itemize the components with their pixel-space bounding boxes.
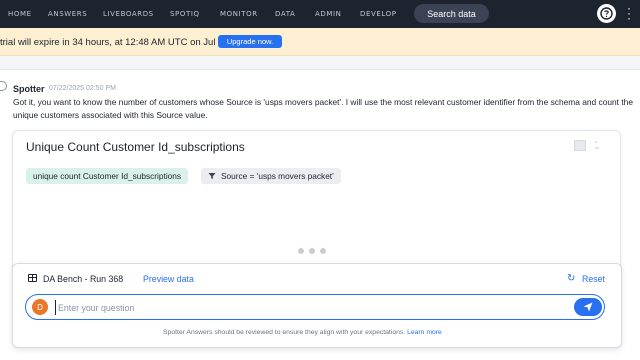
message-body: Got it, you want to know the number of c… (13, 97, 633, 120)
nav-develop[interactable]: DEVELOP (360, 10, 397, 18)
data-source-icon (28, 274, 37, 282)
preview-data-link[interactable]: Preview data (143, 274, 194, 284)
question-input[interactable] (55, 300, 555, 315)
filter-chip[interactable]: Source = 'usps movers packet' (201, 168, 341, 184)
chart-view-icon[interactable]: ▪ ▪▪ (595, 140, 599, 152)
upgrade-now-button[interactable]: Upgrade now. (218, 35, 282, 48)
data-source-name[interactable]: DA Bench - Run 368 (43, 274, 123, 284)
reset-button[interactable]: Reset (582, 274, 605, 284)
user-avatar: D (32, 299, 48, 315)
disclaimer-body: Spotter Answers should be reviewed to en… (163, 329, 406, 336)
loading-indicator (298, 248, 326, 254)
send-icon (583, 302, 593, 312)
learn-more-link[interactable]: Learn more (407, 329, 442, 336)
send-button[interactable] (574, 298, 602, 316)
table-view-icon[interactable] (574, 140, 586, 151)
filter-icon (208, 173, 216, 179)
message-sender: Spotter (13, 84, 45, 94)
more-vertical-icon[interactable]: · · · (627, 2, 631, 24)
reset-icon[interactable]: ↻ (567, 273, 575, 284)
measure-chip-label: unique count Customer Id_subscriptions (33, 171, 182, 181)
disclaimer-text: Spotter Answers should be reviewed to en… (163, 329, 442, 336)
nav-admin[interactable]: ADMIN (315, 10, 342, 18)
help-glyph (600, 7, 613, 20)
question-input-container: D (25, 294, 605, 320)
prompt-panel: DA Bench - Run 368 Preview data ↻ Reset … (12, 263, 622, 348)
divider (0, 57, 640, 70)
loading-dot (320, 248, 326, 254)
loading-dot (309, 248, 315, 254)
filter-chip-label: Source = 'usps movers packet' (221, 171, 334, 181)
search-data-button[interactable]: Search data (414, 4, 489, 23)
answer-card: Unique Count Customer Id_subscriptions ▪… (12, 130, 621, 275)
nav-home[interactable]: HOME (8, 10, 32, 18)
help-icon[interactable] (597, 4, 616, 23)
nav-monitor[interactable]: MONITOR (220, 10, 258, 18)
top-nav: HOME ANSWERS LIVEBOARDS SPOTIQ MONITOR D… (0, 0, 640, 28)
trial-banner: trial will expire in 34 hours, at 12:48 … (0, 28, 640, 56)
loading-dot (298, 248, 304, 254)
message-timestamp: 07/22/2025 02:50 PM (49, 85, 116, 92)
nav-liveboards[interactable]: LIVEBOARDS (103, 10, 154, 18)
nav-answers[interactable]: ANSWERS (48, 10, 87, 18)
nav-spotiq[interactable]: SPOTIQ (170, 10, 200, 18)
answer-title: Unique Count Customer Id_subscriptions (26, 140, 245, 154)
measure-chip[interactable]: unique count Customer Id_subscriptions (26, 168, 189, 184)
trial-banner-text: trial will expire in 34 hours, at 12:48 … (0, 37, 232, 48)
nav-data[interactable]: DATA (275, 10, 295, 18)
